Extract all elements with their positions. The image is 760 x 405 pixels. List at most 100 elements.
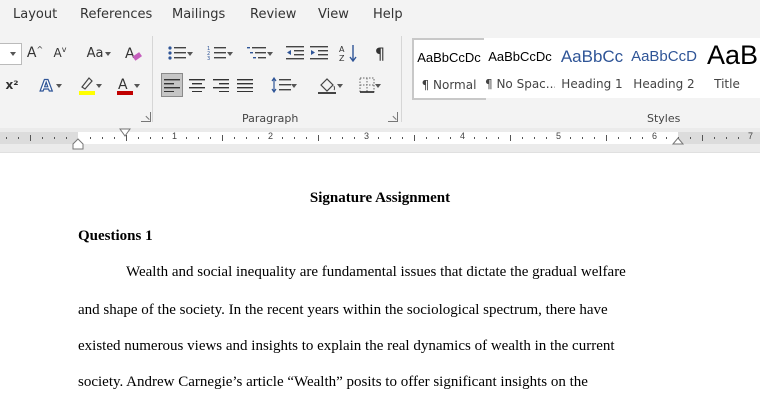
chevron-down-icon — [187, 52, 193, 56]
tab-references[interactable]: References — [80, 7, 152, 22]
ruler-tick — [402, 137, 403, 139]
ruler-number: 4 — [460, 131, 466, 141]
sort-icon: A Z — [339, 45, 357, 62]
ruler-tick — [690, 137, 691, 139]
ruler-tick — [354, 137, 355, 139]
ruler-tick — [642, 137, 643, 139]
numbering-button[interactable]: 1 2 3 — [200, 42, 234, 64]
sort-button[interactable]: A Z — [337, 42, 361, 64]
hanging-indent-marker-icon[interactable] — [72, 138, 84, 152]
horizontal-ruler[interactable]: 1 2 3 4 5 6 7 — [0, 128, 760, 153]
superscript-button[interactable]: x² — [2, 74, 22, 96]
style-name: Heading 1 — [561, 77, 623, 91]
styles-group-label: Styles — [647, 112, 681, 125]
justify-icon — [237, 79, 253, 92]
ruler-tick — [438, 137, 439, 139]
paragraph-dialog-launcher-icon[interactable] — [388, 112, 398, 122]
style-heading-2[interactable]: AaBbCcD Heading 2 — [628, 38, 700, 98]
borders-button[interactable] — [350, 74, 384, 96]
paragraph-line: and shape of the society. In the recent … — [78, 302, 608, 318]
ruler-tick — [186, 137, 187, 139]
ruler-tick — [138, 137, 139, 139]
shrink-font-button[interactable]: Av — [50, 42, 70, 64]
chevron-down-icon — [227, 52, 233, 56]
grow-font-button[interactable]: A ^ — [24, 42, 46, 64]
chevron-down-icon — [56, 84, 62, 88]
chevron-down-icon — [291, 84, 297, 88]
chevron-down-icon — [10, 52, 16, 56]
ruler-tick — [234, 137, 235, 139]
increase-indent-button[interactable] — [308, 42, 330, 64]
font-color-icon: A — [117, 77, 133, 95]
document-page[interactable]: Signature Assignment Questions 1 Wealth … — [0, 153, 760, 405]
align-left-button[interactable] — [161, 73, 183, 97]
change-case-button[interactable]: Aa — [78, 42, 112, 64]
style-sample: AaBbCcDc — [417, 50, 481, 65]
paragraph-line: society. Andrew Carnegie’s article “Weal… — [78, 374, 588, 390]
decrease-indent-button[interactable] — [284, 42, 306, 64]
tab-layout[interactable]: Layout — [13, 7, 57, 22]
ruler-tick — [486, 137, 487, 139]
ruler-tick — [318, 135, 319, 141]
ruler-tick — [102, 137, 103, 139]
clear-formatting-button[interactable]: A — [122, 42, 144, 64]
superscript-label: x² — [5, 78, 19, 92]
align-right-button[interactable] — [210, 74, 232, 96]
down-caret-icon: v — [61, 44, 67, 54]
ruler-tick — [378, 137, 379, 139]
bullets-button[interactable] — [160, 42, 194, 64]
ruler-tick — [702, 135, 703, 141]
tab-help[interactable]: Help — [373, 7, 403, 22]
ruler-tick — [618, 137, 619, 139]
align-center-button[interactable] — [186, 74, 208, 96]
style-sample: AaB — [707, 40, 759, 70]
ribbon-tab-bar: Layout References Mailings Review View H… — [0, 0, 760, 32]
ruler-number: 7 — [748, 131, 754, 141]
ruler-tick — [510, 135, 511, 141]
ribbon: A ^ Av Aa A x² A A 1 2 3 A Z ¶ Paragraph… — [0, 32, 760, 128]
justify-button[interactable] — [234, 74, 256, 96]
svg-text:Z: Z — [339, 54, 345, 62]
style-normal[interactable]: AaBbCcDc ¶ Normal — [412, 38, 486, 100]
font-dialog-launcher-icon[interactable] — [141, 112, 151, 122]
right-indent-marker-icon[interactable] — [672, 136, 684, 148]
shading-button[interactable] — [310, 74, 344, 96]
style-name: Title — [714, 77, 740, 91]
chevron-down-icon — [105, 52, 111, 56]
svg-text:A: A — [118, 77, 128, 93]
ruler-tick — [534, 137, 535, 139]
tab-mailings[interactable]: Mailings — [172, 7, 225, 22]
pilcrow-icon: ¶ — [374, 43, 386, 63]
highlight-color-button[interactable] — [70, 74, 104, 96]
tab-review[interactable]: Review — [250, 7, 296, 22]
align-left-icon — [164, 79, 180, 92]
tab-view[interactable]: View — [318, 7, 349, 22]
clear-formatting-icon: A — [125, 46, 142, 62]
ruler-tick — [522, 137, 523, 139]
style-title[interactable]: AaB Title — [700, 38, 760, 98]
font-size-dropdown[interactable] — [0, 43, 22, 65]
ruler-tick — [306, 137, 307, 139]
paragraph-line: Wealth and social inequality are fundame… — [126, 264, 626, 280]
shrink-font-label: A — [53, 46, 62, 60]
ruler-number: 5 — [556, 131, 562, 141]
style-heading-1[interactable]: AaBbCc Heading 1 — [556, 38, 628, 98]
svg-text:3: 3 — [207, 56, 210, 61]
decrease-indent-icon — [286, 46, 304, 60]
ruler-tick — [666, 137, 667, 139]
line-spacing-button[interactable] — [264, 74, 298, 96]
paragraph-group-label: Paragraph — [242, 112, 299, 125]
ruler-tick — [42, 137, 43, 139]
multilevel-list-button[interactable] — [240, 42, 274, 64]
first-line-indent-marker-icon[interactable] — [119, 128, 131, 138]
ruler-tick — [282, 137, 283, 139]
chevron-down-icon — [96, 84, 102, 88]
ruler-tick — [630, 137, 631, 139]
ruler-tick — [162, 137, 163, 139]
text-effects-button[interactable]: A — [30, 74, 64, 96]
show-formatting-marks-button[interactable]: ¶ — [369, 42, 391, 64]
text-effects-icon: A — [39, 76, 53, 94]
style-no-spacing[interactable]: AaBbCcDc ¶ No Spac... — [484, 38, 556, 98]
font-color-button[interactable]: A — [108, 74, 142, 96]
document-title: Signature Assignment — [309, 190, 451, 206]
